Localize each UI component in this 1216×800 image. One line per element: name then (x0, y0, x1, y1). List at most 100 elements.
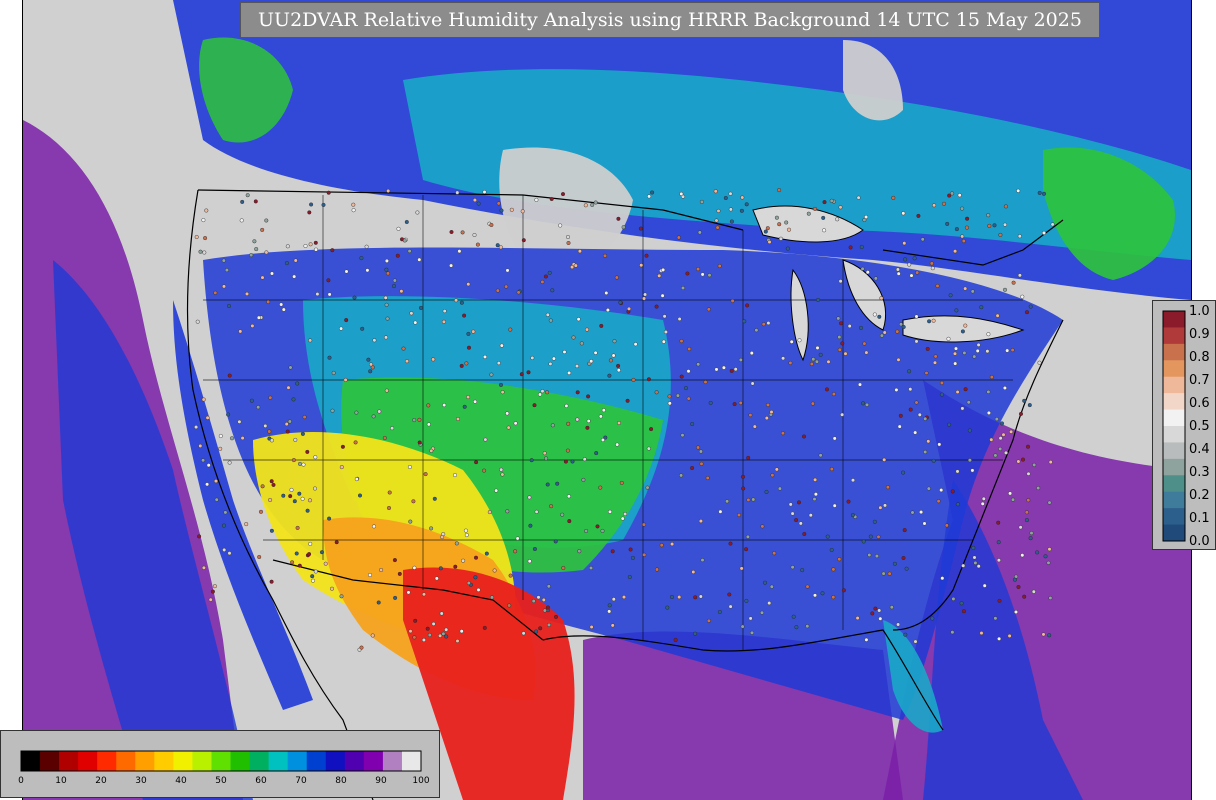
station-dot (961, 563, 966, 568)
station-dot (858, 382, 863, 387)
station-dot (889, 605, 894, 610)
station-dot (269, 579, 274, 584)
station-dot (260, 227, 265, 232)
station-dot (371, 414, 376, 419)
station-dot (505, 268, 510, 273)
station-dot (331, 370, 336, 375)
station-dot (836, 316, 841, 321)
station-dot (903, 257, 908, 262)
station-dot (976, 342, 981, 347)
station-dot (566, 421, 571, 426)
station-dot (872, 312, 877, 317)
station-dot (441, 631, 446, 636)
station-dot (197, 534, 202, 539)
station-dot (797, 338, 802, 343)
station-dot (763, 580, 768, 585)
station-dot (548, 318, 553, 323)
station-dot (926, 439, 931, 444)
station-dot (864, 214, 869, 219)
station-dot (994, 417, 999, 422)
station-dot (945, 221, 950, 226)
station-dot (741, 474, 746, 479)
station-dot (442, 403, 447, 408)
station-dot (739, 208, 744, 213)
station-dot (954, 346, 959, 351)
station-dot (811, 357, 816, 362)
station-dot (290, 560, 295, 565)
station-dot (764, 489, 769, 494)
station-dot (950, 489, 955, 494)
station-dot (408, 629, 413, 634)
station-dot (1028, 536, 1033, 541)
colorbar-swatch (97, 751, 117, 771)
station-dot (847, 324, 852, 329)
station-dot (630, 555, 635, 560)
station-dot (483, 354, 488, 359)
station-dot (288, 494, 293, 499)
station-dot (509, 207, 514, 212)
station-dot (249, 253, 254, 258)
station-dot (915, 270, 920, 275)
station-dot (457, 249, 462, 254)
station-dot (985, 349, 990, 354)
station-dot (368, 369, 373, 374)
station-dot (222, 547, 227, 552)
station-dot (604, 291, 609, 296)
station-dot (506, 425, 511, 430)
station-dot (254, 247, 259, 252)
station-dot (914, 314, 919, 319)
station-dot (878, 505, 883, 510)
legend-swatches (1162, 310, 1186, 542)
station-dot (543, 274, 548, 279)
station-dot (476, 587, 481, 592)
station-dot (638, 226, 643, 231)
station-dot (483, 437, 488, 442)
station-dot (966, 400, 971, 405)
station-dot (957, 193, 962, 198)
station-dot (960, 329, 965, 334)
station-dot (826, 359, 831, 364)
station-dot (320, 550, 325, 555)
station-dot (835, 217, 840, 222)
station-dot (532, 403, 537, 408)
station-dot (563, 459, 568, 464)
station-dot (313, 486, 318, 491)
station-dot (308, 498, 313, 503)
station-dot (194, 234, 199, 239)
station-dot (699, 461, 704, 466)
station-dot (813, 492, 818, 497)
station-dot (813, 477, 818, 482)
colorbar-swatch (287, 751, 308, 771)
station-dot (385, 316, 390, 321)
station-dot (281, 493, 286, 498)
station-dot (693, 595, 698, 600)
station-dot (472, 232, 477, 237)
station-dot (224, 268, 229, 273)
station-dot (466, 395, 471, 400)
station-dot (1004, 450, 1009, 455)
station-dot (774, 215, 779, 220)
station-dot (415, 210, 420, 215)
colorbar-tick-label: 60 (255, 776, 267, 786)
station-dot (202, 250, 207, 255)
legend-label: 0.8 (1189, 350, 1210, 365)
station-dot (851, 478, 856, 483)
station-dot (825, 387, 830, 392)
station-dot (790, 565, 795, 570)
station-dot (401, 346, 406, 351)
station-dot (649, 427, 654, 432)
station-dot (221, 523, 226, 528)
station-dot (930, 266, 935, 271)
colorbar-swatch (59, 751, 79, 771)
colorbar-swatch (363, 751, 384, 771)
station-dot (538, 392, 543, 397)
station-dot (679, 191, 684, 196)
station-dot (309, 202, 314, 207)
station-dot (308, 338, 313, 343)
station-dot (595, 524, 600, 529)
station-dot (729, 368, 734, 373)
station-dot (832, 436, 837, 441)
station-dot (600, 438, 605, 443)
station-dot (239, 218, 244, 223)
station-dot (1028, 304, 1033, 309)
